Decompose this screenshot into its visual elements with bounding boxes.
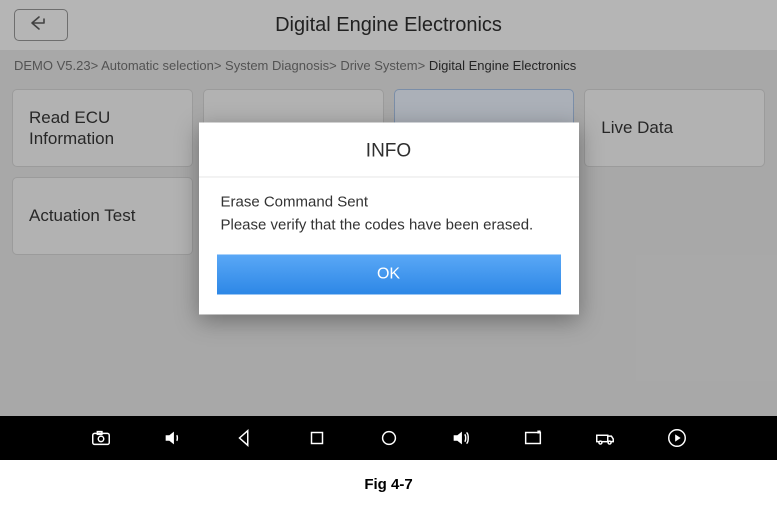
breadcrumb-item[interactable]: Automatic selection [101,58,214,73]
nav-home-icon[interactable] [376,425,402,451]
breadcrumb-current: Digital Engine Electronics [429,58,576,73]
breadcrumb-item[interactable]: DEMO V5.23 [14,58,91,73]
figure-caption: Fig 4-7 [0,460,777,509]
info-dialog: INFO Erase Command Sent Please verify th… [199,122,579,314]
tile-actuation-test[interactable]: Actuation Test [12,177,193,255]
tile-label: Actuation Test [29,205,135,226]
dialog-message-line: Erase Command Sent [221,191,557,214]
app-header: Digital Engine Electronics [0,0,777,50]
screenshot-icon[interactable] [520,425,546,451]
back-button[interactable] [14,9,68,41]
tile-read-ecu-information[interactable]: Read ECU Information [12,89,193,167]
dialog-title: INFO [199,122,579,177]
back-arrow-icon [29,15,53,36]
volume-up-icon[interactable] [448,425,474,451]
tile-live-data[interactable]: Live Data [584,89,765,167]
system-navbar [0,416,777,460]
vehicle-icon[interactable] [592,425,618,451]
nav-recent-icon[interactable] [304,425,330,451]
nav-back-icon[interactable] [232,425,258,451]
dialog-footer: OK [199,246,579,314]
volume-down-icon[interactable] [160,425,186,451]
dialog-body: Erase Command Sent Please verify that th… [199,177,579,246]
camera-icon[interactable] [88,425,114,451]
breadcrumb-item[interactable]: System Diagnosis [225,58,329,73]
play-icon[interactable] [664,425,690,451]
ok-button[interactable]: OK [217,254,561,294]
breadcrumb-item[interactable]: Drive System [340,58,417,73]
breadcrumb: DEMO V5.23> Automatic selection> System … [0,50,777,81]
tile-label: Live Data [601,117,673,138]
dialog-message-line: Please verify that the codes have been e… [221,214,557,237]
tile-label: Read ECU Information [29,107,176,150]
page-title: Digital Engine Electronics [0,14,777,37]
